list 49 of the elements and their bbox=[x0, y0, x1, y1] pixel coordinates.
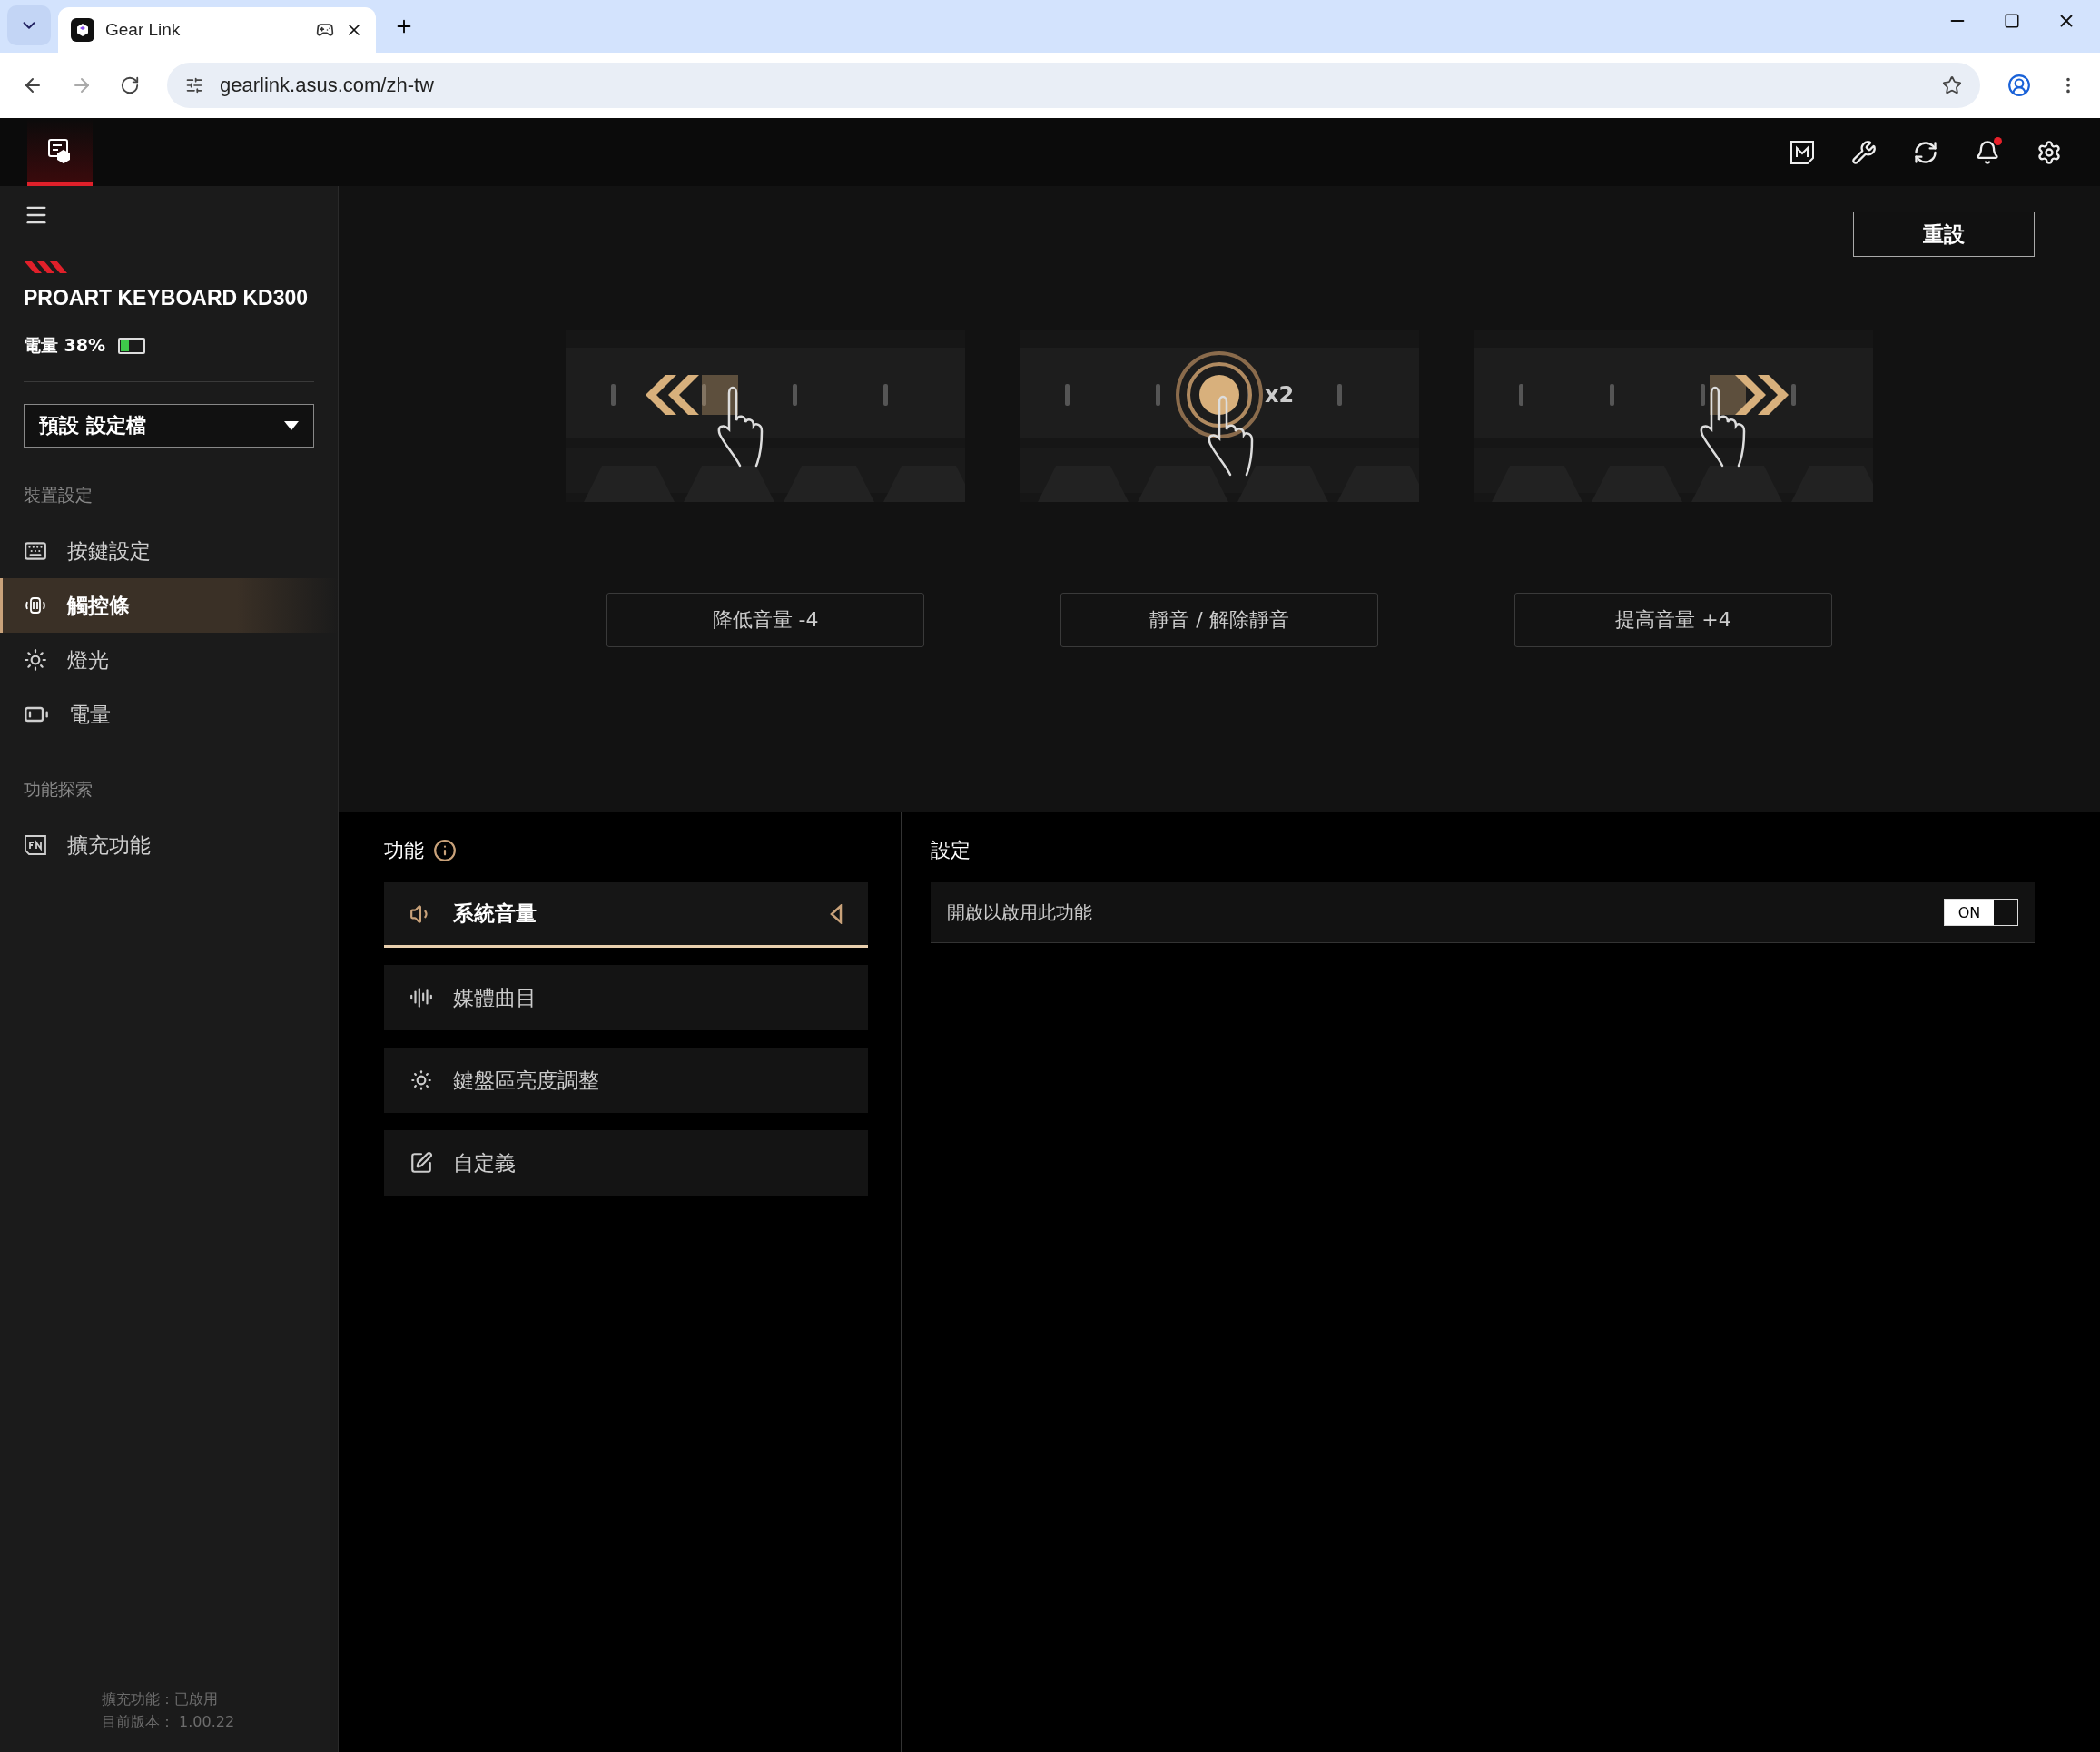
column-heading: 功能 bbox=[384, 838, 424, 863]
toggle-switch[interactable]: ON bbox=[1944, 899, 2018, 926]
gamepad-icon bbox=[316, 21, 334, 39]
notification-bell-icon[interactable] bbox=[1975, 139, 2000, 165]
battery-label: 電量 38% bbox=[24, 334, 106, 357]
sun-icon bbox=[24, 648, 47, 672]
footer-text: 擴充功能：已啟用 bbox=[102, 1690, 219, 1709]
app-logo-icon bbox=[71, 18, 94, 42]
battery-icon bbox=[118, 338, 146, 354]
caret-icon bbox=[284, 421, 299, 430]
device-name: PROART KEYBOARD KD300 bbox=[24, 286, 310, 310]
function-item[interactable]: 自定義 bbox=[384, 1130, 868, 1196]
sun-icon bbox=[409, 1068, 433, 1092]
browser-tab[interactable]: Gear Link bbox=[58, 7, 376, 53]
edit-icon bbox=[409, 1151, 433, 1175]
fn-key-icon bbox=[24, 834, 47, 856]
sound-bars-icon bbox=[409, 986, 433, 1009]
reset-button[interactable]: 重設 bbox=[1853, 212, 2035, 257]
settings-icon[interactable] bbox=[2036, 139, 2062, 165]
gesture-action-button[interactable]: 提高音量 +4 bbox=[1514, 593, 1832, 647]
profile-icon[interactable] bbox=[2007, 74, 2031, 97]
bookmark-star-icon[interactable] bbox=[1942, 75, 1962, 95]
wrench-icon[interactable] bbox=[1851, 139, 1877, 165]
m-badge-icon[interactable] bbox=[1789, 139, 1815, 165]
setting-label: 開啟以啟用此功能 bbox=[947, 900, 1092, 925]
function-item[interactable]: 鍵盤區亮度調整 bbox=[384, 1048, 868, 1113]
profile-dropdown[interactable]: 預設 設定檔 bbox=[24, 404, 314, 448]
info-icon[interactable] bbox=[433, 839, 457, 862]
tap-count-label: x2 bbox=[1265, 382, 1295, 408]
sidebar-item[interactable]: 擴充功能 bbox=[0, 818, 338, 872]
sidebar-item[interactable]: 電量 bbox=[0, 687, 338, 742]
maximize-icon[interactable] bbox=[2004, 13, 2020, 29]
section-heading: 功能探索 bbox=[23, 778, 94, 801]
address-bar[interactable]: gearlink.asus.com/zh-tw bbox=[167, 63, 1980, 108]
keyboard-icon bbox=[24, 539, 47, 563]
footer-text: 目前版本： 1.00.22 bbox=[102, 1713, 236, 1732]
column-heading: 設定 bbox=[931, 838, 971, 863]
sync-icon[interactable] bbox=[1913, 139, 1938, 165]
pointer-arrow-icon bbox=[830, 903, 843, 924]
function-item[interactable]: 系統音量 bbox=[384, 882, 868, 948]
sidebar-item[interactable]: 按鍵設定 bbox=[0, 524, 338, 578]
section-heading: 裝置設定 bbox=[23, 484, 94, 507]
site-settings-icon bbox=[185, 76, 203, 94]
reload-icon[interactable] bbox=[120, 75, 140, 95]
function-item[interactable]: 媒體曲目 bbox=[384, 965, 868, 1030]
stripes-logo-icon bbox=[24, 259, 67, 273]
sidebar-item[interactable]: 燈光 bbox=[0, 633, 338, 687]
gesture-action-button[interactable]: 靜音 / 解除靜音 bbox=[1060, 593, 1378, 647]
gesture-action-button[interactable]: 降低音量 -4 bbox=[606, 593, 924, 647]
